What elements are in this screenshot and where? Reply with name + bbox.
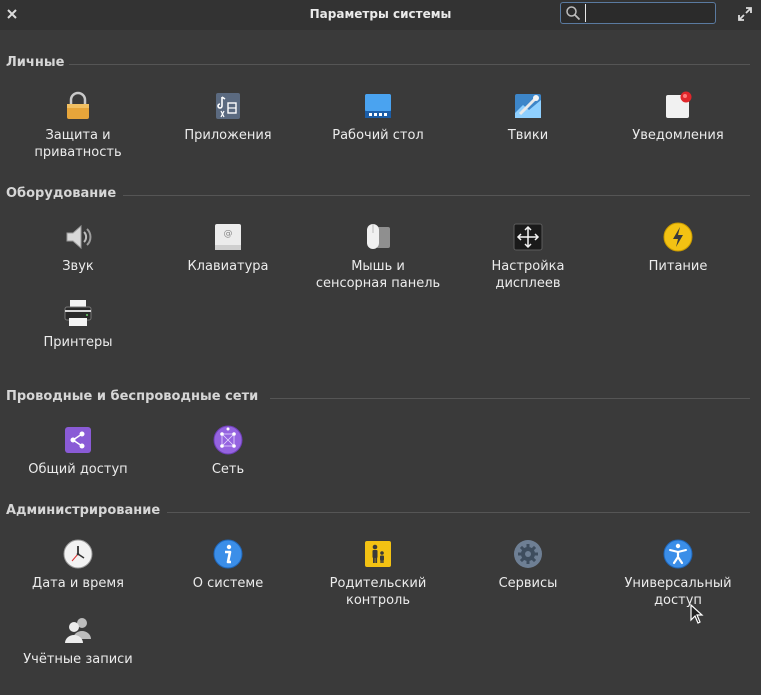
item-label: Защита и приватность [34,128,122,160]
info-icon [213,539,243,569]
printer-icon [64,300,92,326]
section-title-administration: Администрирование [6,503,161,518]
accessibility-icon [663,539,693,569]
desktop-icon [365,94,391,118]
applications-icon [216,93,240,119]
item-sharing[interactable]: Общий доступ [3,425,153,478]
item-label: Рабочий стол [332,128,424,143]
mouse-pointer-icon [690,604,704,624]
item-label: Твики [507,128,549,143]
item-label: Сервисы [498,576,558,591]
notifications-icon [666,91,692,118]
item-printers[interactable]: Принтеры [3,298,153,351]
item-sound[interactable]: Звук [3,222,153,275]
keyboard-icon: @ [215,224,241,250]
item-label: Приложения [184,128,272,143]
item-label: Принтеры [43,335,113,350]
item-notifications[interactable]: Уведомления [603,91,753,144]
item-label: Настройка дисплеев [491,259,565,291]
network-icon [213,425,243,455]
section-title-hardware: Оборудование [6,186,117,201]
item-date-time[interactable]: Дата и время [3,539,153,592]
search-icon [566,6,581,21]
item-security-privacy[interactable]: Защита и приватность [3,91,153,161]
item-network[interactable]: Сеть [153,425,303,478]
item-accessibility[interactable]: Универсальный доступ [603,539,753,609]
item-label: Родительский контроль [329,576,427,608]
item-label: Универсальный доступ [624,576,732,608]
item-parental-control[interactable]: Родительский контроль [303,539,453,609]
users-icon [65,618,91,643]
maximize-button[interactable] [737,6,753,22]
section-divider [69,64,750,65]
item-about[interactable]: О системе [153,539,303,592]
item-label: Учётные записи [23,652,133,667]
item-label: Клавиатура [187,259,269,274]
parental-control-icon [365,541,391,567]
mouse-icon [367,224,390,249]
display-icon [513,223,543,251]
system-settings-window: Параметры системы Личные Защита и приват… [0,0,761,695]
item-mouse-touchpad[interactable]: Мышь и сенсорная панель [303,222,453,292]
power-icon [663,222,693,252]
item-services[interactable]: Сервисы [453,539,603,592]
item-desktop[interactable]: Рабочий стол [303,91,453,144]
item-label: Общий доступ [28,462,128,477]
item-keyboard[interactable]: @ Клавиатура [153,222,303,275]
section-divider [167,512,750,513]
item-label: Дата и время [32,576,124,591]
item-label: Звук [62,259,94,274]
tweaks-icon [515,94,541,118]
search-input[interactable] [585,4,712,22]
sharing-icon [65,427,91,453]
item-label: Питание [648,259,708,274]
item-applications[interactable]: Приложения [153,91,303,144]
maximize-icon [738,7,752,21]
item-label: Мышь и сенсорная панель [315,259,441,291]
item-label: Уведомления [632,128,724,143]
item-label: Сеть [211,462,245,477]
section-divider [123,195,750,196]
title-bar: Параметры системы [0,0,761,30]
svg-text:@: @ [224,229,233,239]
section-title-networks: Проводные и беспроводные сети [6,389,259,404]
item-label: О системе [192,576,264,591]
section-divider [270,398,750,399]
search-box[interactable] [560,2,716,24]
item-tweaks[interactable]: Твики [453,91,603,144]
item-power[interactable]: Питание [603,222,753,275]
clock-icon [63,539,93,569]
item-user-accounts[interactable]: Учётные записи [3,615,153,668]
sound-icon [66,224,92,250]
services-gear-icon [514,540,542,568]
lock-icon [67,91,89,119]
item-displays[interactable]: Настройка дисплеев [453,222,603,292]
section-title-personal: Личные [6,55,65,70]
